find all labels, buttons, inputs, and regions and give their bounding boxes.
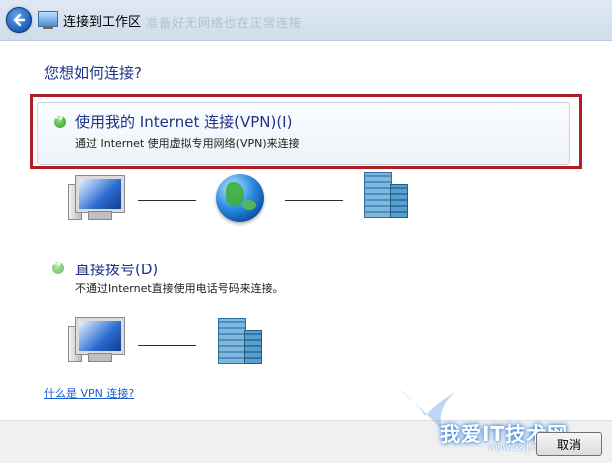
connection-line bbox=[285, 200, 343, 201]
option-vpn-description: 通过 Internet 使用虚拟专用网络(VPN)来连接 bbox=[75, 137, 300, 150]
back-arrow-icon bbox=[13, 13, 26, 27]
connection-line bbox=[138, 345, 196, 346]
back-button[interactable] bbox=[6, 7, 32, 33]
faded-title-text: 准备好无网络也在正常连接 bbox=[146, 16, 303, 30]
option-vpn-title[interactable]: 使用我的 Internet 连接(VPN)(I) bbox=[75, 111, 292, 132]
vpn-help-link[interactable]: 什么是 VPN 连接? bbox=[44, 385, 134, 401]
connection-line bbox=[138, 200, 196, 201]
page-heading: 您想如何连接? bbox=[44, 64, 142, 82]
computer-icon bbox=[68, 174, 128, 222]
workplace-building-icon bbox=[212, 318, 262, 366]
green-arrow-icon bbox=[54, 113, 66, 128]
computer-icon bbox=[68, 316, 128, 364]
window-title: 连接到工作区 bbox=[63, 15, 142, 30]
cancel-button[interactable]: 取消 bbox=[536, 432, 602, 456]
green-arrow-icon bbox=[52, 259, 64, 274]
connection-wizard-icon bbox=[38, 11, 58, 29]
option-dialup-title[interactable]: 直接拨号(D) bbox=[75, 264, 158, 279]
internet-globe-icon bbox=[216, 174, 264, 222]
option-dialup-description: 不通过Internet直接使用电话号码来连接。 bbox=[75, 282, 284, 295]
workplace-building-icon bbox=[358, 172, 408, 220]
